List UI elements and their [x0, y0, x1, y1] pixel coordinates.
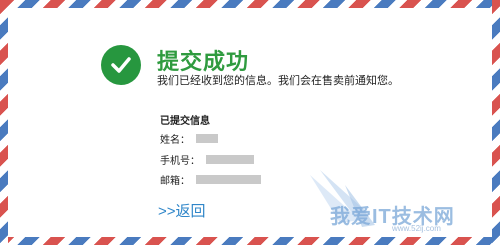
- name-value-redacted: [196, 134, 218, 143]
- name-row: 姓名：: [160, 131, 218, 146]
- airmail-envelope: 提交成功 我们已经收到您的信息。我们会在售卖前通知您。 已提交信息 姓名： 手机…: [0, 0, 500, 245]
- name-label: 姓名：: [160, 135, 190, 146]
- airmail-border-left: [0, 0, 8, 245]
- email-value-redacted: [196, 175, 261, 184]
- email-row: 邮箱：: [160, 172, 261, 187]
- airmail-border-right: [492, 0, 500, 245]
- check-mark: [111, 57, 131, 73]
- phone-row: 手机号：: [160, 152, 254, 167]
- watermark-url: www.52ij.com: [392, 224, 441, 233]
- check-circle-icon: [101, 45, 141, 85]
- email-label: 邮箱：: [160, 176, 190, 187]
- submitted-info-heading: 已提交信息: [160, 116, 210, 127]
- back-link[interactable]: >>返回: [158, 200, 206, 221]
- airmail-border-top: [0, 0, 500, 8]
- phone-label: 手机号：: [160, 156, 200, 167]
- airmail-border-bottom: [0, 237, 500, 245]
- phone-value-redacted: [206, 155, 254, 164]
- success-message: 我们已经收到您的信息。我们会在售卖前通知您。: [157, 75, 399, 87]
